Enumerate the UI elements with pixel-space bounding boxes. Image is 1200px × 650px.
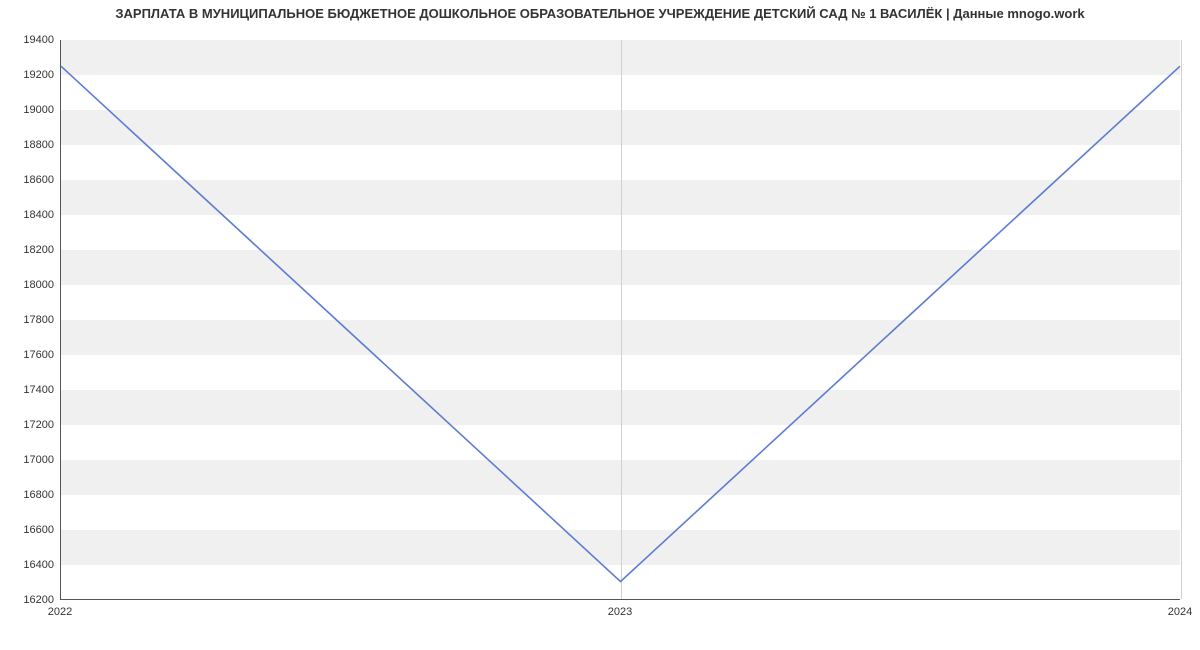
chart-xtick-label: 2024 — [1168, 606, 1192, 618]
chart-ytick-label: 18000 — [4, 279, 54, 291]
chart-ytick-label: 16800 — [4, 489, 54, 501]
chart-container: ЗАРПЛАТА В МУНИЦИПАЛЬНОЕ БЮДЖЕТНОЕ ДОШКО… — [0, 0, 1200, 650]
chart-ytick-label: 17600 — [4, 349, 54, 361]
chart-ytick-label: 17400 — [4, 384, 54, 396]
chart-ytick-label: 16200 — [4, 594, 54, 606]
chart-series-line — [61, 66, 1180, 581]
chart-vgridline — [1181, 40, 1182, 599]
chart-ytick-label: 17200 — [4, 419, 54, 431]
chart-ytick-label: 19400 — [4, 34, 54, 46]
chart-ytick-label: 18200 — [4, 244, 54, 256]
chart-title: ЗАРПЛАТА В МУНИЦИПАЛЬНОЕ БЮДЖЕТНОЕ ДОШКО… — [0, 6, 1200, 21]
chart-ytick-label: 17000 — [4, 454, 54, 466]
chart-ytick-label: 17800 — [4, 314, 54, 326]
chart-plot-area — [60, 40, 1180, 600]
chart-ytick-label: 16600 — [4, 524, 54, 536]
chart-ytick-label: 18400 — [4, 209, 54, 221]
chart-xtick-label: 2022 — [48, 606, 72, 618]
chart-ytick-label: 18800 — [4, 139, 54, 151]
chart-xtick-label: 2023 — [608, 606, 632, 618]
chart-line-layer — [61, 40, 1180, 599]
chart-ytick-label: 18600 — [4, 174, 54, 186]
chart-ytick-label: 16400 — [4, 559, 54, 571]
chart-ytick-label: 19200 — [4, 69, 54, 81]
chart-ytick-label: 19000 — [4, 104, 54, 116]
